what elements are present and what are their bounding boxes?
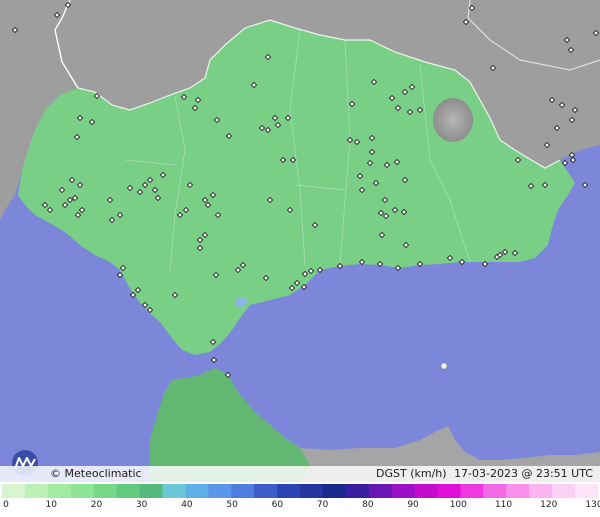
scale-tick-label: 50 — [226, 500, 238, 510]
scale-swatch — [254, 484, 278, 498]
scale-swatch — [139, 484, 163, 498]
info-bar: DGST (km/h) 17-03-2023 @ 23:51 UTC — [372, 467, 593, 480]
scale-swatch — [437, 484, 461, 498]
timestamp: 17-03-2023 @ 23:51 UTC — [454, 467, 593, 480]
scale-tick-label: 60 — [271, 500, 284, 510]
scale-tick-label: 30 — [135, 500, 148, 510]
scale-tick-label: 110 — [494, 500, 513, 510]
scale-swatch — [185, 484, 209, 498]
scale-swatch — [552, 484, 576, 498]
scale-swatch — [208, 484, 232, 498]
scale-swatch — [345, 484, 370, 498]
island-marker — [440, 362, 448, 370]
scale-swatch — [24, 484, 49, 498]
wind-gust-map — [0, 0, 600, 482]
scale-tick-label: 100 — [449, 500, 467, 510]
scale-swatch — [47, 484, 72, 498]
scale-swatch — [116, 484, 141, 498]
credit-text: © Meteoclimatic — [50, 467, 142, 480]
scale-tick-label: 130 — [585, 500, 600, 510]
scale-tick-label: 120 — [540, 500, 558, 510]
scale-swatch — [368, 484, 393, 498]
scale-tick-label: 80 — [362, 500, 374, 510]
scale-swatch — [506, 484, 530, 498]
scale-tick-label: 90 — [407, 500, 419, 510]
scale-swatch — [93, 484, 118, 498]
scale-tick-label: 70 — [316, 500, 329, 510]
scale-swatch — [162, 484, 186, 498]
mountain-area — [433, 98, 473, 142]
scale-swatch — [70, 484, 95, 498]
scale-swatch — [483, 484, 507, 498]
scale-swatch — [277, 484, 301, 498]
scale-tick-label: 20 — [90, 500, 103, 510]
variable-label: DGST (km/h) — [376, 467, 447, 480]
scale-tick-label: 0 — [3, 500, 9, 510]
scale-swatch — [529, 484, 553, 498]
scale-swatch — [2, 484, 26, 498]
scale-swatch — [414, 484, 439, 498]
scale-swatch — [391, 484, 416, 498]
scale-tick-label: 40 — [181, 500, 193, 510]
scale-swatch — [460, 484, 484, 498]
scale-swatch — [575, 484, 599, 498]
scale-swatch — [322, 484, 347, 498]
scale-swatch — [231, 484, 255, 498]
scale-swatch — [300, 484, 324, 498]
scale-tick-label: 10 — [45, 500, 57, 510]
blue-spot — [235, 297, 247, 307]
